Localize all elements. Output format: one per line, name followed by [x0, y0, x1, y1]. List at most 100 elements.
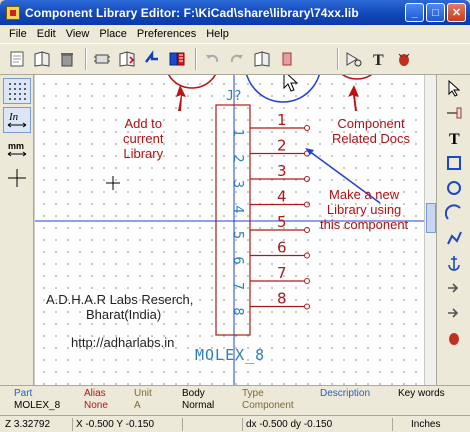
pin-name: 3: [230, 180, 245, 188]
pin-name: 1: [230, 129, 245, 137]
new-component-icon[interactable]: [6, 48, 28, 70]
alias-value: None: [84, 400, 108, 411]
menu-bar: File Edit View Place Preferences Help: [0, 25, 470, 43]
menu-place[interactable]: Place: [94, 28, 132, 40]
delete-icon[interactable]: [56, 48, 78, 70]
svg-text:mm: mm: [8, 141, 24, 151]
select-arrow-icon[interactable]: [441, 76, 467, 100]
credit-company: A.D.H.A.R Labs Reserch,: [46, 292, 194, 307]
unit-label: Unit: [134, 388, 152, 399]
delete-tool-icon[interactable]: [441, 326, 467, 350]
close-button[interactable]: ✕: [447, 3, 466, 22]
load-component-icon[interactable]: [91, 48, 113, 70]
save-to-library-icon[interactable]: [141, 48, 163, 70]
docs-icon[interactable]: [343, 48, 365, 70]
polyline-tool-icon[interactable]: [441, 226, 467, 250]
cursor-readout: X -0.500 Y -0.150: [72, 418, 182, 431]
pin-number: 6: [277, 239, 287, 257]
export-shape-icon[interactable]: [441, 301, 467, 325]
mouse-pointer-icon: [283, 75, 299, 92]
annot-new-library: Make a new Library using this component: [320, 187, 409, 232]
keywords-label: Key words: [398, 388, 445, 399]
pin-end-marker: [304, 303, 310, 310]
part-label: Part: [14, 388, 33, 399]
pin-number: 1: [277, 111, 287, 129]
maximize-button[interactable]: □: [426, 3, 445, 22]
import-icon[interactable]: [116, 48, 138, 70]
body-value: Normal: [182, 400, 215, 411]
cursor-cross: [106, 176, 120, 190]
units-inch-icon[interactable]: In: [3, 107, 31, 133]
pin-end-marker: [304, 278, 310, 284]
pin-end-marker: [304, 252, 310, 259]
arc-tool-icon[interactable]: [441, 201, 467, 225]
properties-icon[interactable]: [251, 48, 273, 70]
pin-number: 2: [277, 137, 287, 155]
undo-icon[interactable]: [201, 48, 223, 70]
unit-value: A: [134, 400, 141, 411]
value-label: MOLEX_8: [195, 346, 265, 364]
highlight-save-circle: [167, 75, 217, 89]
type-value: Component: [242, 400, 294, 411]
library-icon[interactable]: [31, 48, 53, 70]
pin-tool-icon[interactable]: [441, 101, 467, 125]
pin-name: 4: [230, 205, 245, 213]
pin-number: 5: [277, 213, 287, 231]
highlight-docs-circle: [341, 75, 373, 80]
grid-toggle-icon[interactable]: [3, 78, 31, 104]
menu-view[interactable]: View: [61, 28, 95, 40]
delta-readout: dx -0.500 dy -0.150: [242, 418, 392, 431]
anchor-tool-icon[interactable]: [441, 251, 467, 275]
window-title: Component Library Editor: F:\KiCad\share…: [25, 5, 359, 20]
arrow-docs-icon: [348, 85, 359, 111]
svg-text:T: T: [373, 52, 384, 68]
menu-help[interactable]: Help: [201, 28, 234, 40]
pin-end-marker: [304, 201, 310, 208]
delete-item-icon[interactable]: [393, 48, 415, 70]
main-toolbar: T: [0, 43, 470, 75]
circle-tool-icon[interactable]: [441, 176, 467, 200]
pin-edit-icon[interactable]: [276, 48, 298, 70]
svg-text:T: T: [449, 131, 460, 147]
text-icon[interactable]: T: [368, 48, 390, 70]
pin-number: 8: [277, 290, 287, 308]
part-value: MOLEX_8: [14, 400, 61, 411]
right-toolbar: T: [436, 75, 470, 385]
menu-edit[interactable]: Edit: [32, 28, 61, 40]
arrow-add-library-icon: [176, 85, 186, 111]
new-library-icon[interactable]: [166, 48, 188, 70]
units-mm-icon[interactable]: mm: [3, 136, 31, 162]
app-icon: [6, 5, 20, 20]
pin-end-marker: [304, 176, 310, 182]
redo-icon[interactable]: [226, 48, 248, 70]
text-tool-icon[interactable]: T: [441, 126, 467, 150]
pin-end-marker: [304, 125, 310, 131]
pin-number: 3: [277, 162, 287, 180]
schematic-canvas[interactable]: J? MOLEX_8 1 1 2 2 3 3 4 4 5 5 6 6 7 7 8 8 Add to curre…: [35, 75, 436, 385]
description-label: Description: [320, 388, 371, 399]
credit-country: Bharat(India): [86, 307, 162, 322]
left-toolbar: In mm: [0, 75, 34, 385]
menu-preferences[interactable]: Preferences: [132, 28, 201, 40]
minimize-button[interactable]: _: [405, 3, 424, 22]
title-bar: Component Library Editor: F:\KiCad\share…: [0, 0, 470, 25]
menu-file[interactable]: File: [4, 28, 32, 40]
annot-docs: Component Related Docs: [332, 116, 411, 146]
vertical-scrollbar[interactable]: [424, 75, 436, 385]
import-shape-icon[interactable]: [441, 276, 467, 300]
pins-group: 1 1 2 2 3 3 4 4 5 5 6 6 7 7 8 8: [230, 111, 310, 316]
reference-label: J?: [226, 89, 242, 104]
status-bar: Z 3.32792 X -0.500 Y -0.150 dx -0.500 dy…: [0, 415, 470, 432]
svg-text:In: In: [8, 111, 19, 123]
pin-name: 5: [230, 231, 245, 239]
body-label: Body: [182, 388, 205, 399]
scroll-thumb[interactable]: [426, 203, 436, 233]
credit-url: http://adharlabs.in: [71, 335, 175, 350]
alias-label: Alias: [84, 388, 106, 399]
pin-name: 6: [230, 256, 245, 264]
cursor-shape-icon[interactable]: [3, 165, 31, 191]
rectangle-tool-icon[interactable]: [441, 151, 467, 175]
pin-name: 8: [230, 307, 245, 315]
pin-number: 7: [277, 264, 287, 282]
component-body: [215, 104, 251, 336]
